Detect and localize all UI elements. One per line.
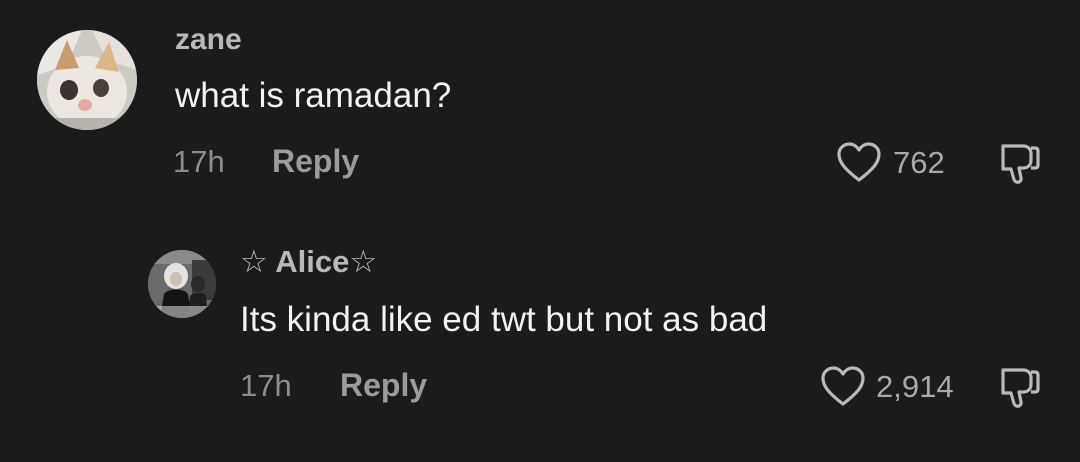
thumbs-down-outline-icon[interactable] xyxy=(995,362,1043,410)
comment-text: Its kinda like ed twt but not as bad xyxy=(240,300,768,339)
heart-outline-icon[interactable] xyxy=(820,365,866,407)
avatar[interactable] xyxy=(37,30,137,130)
like-count: 762 xyxy=(893,145,945,180)
cat-avatar-image xyxy=(37,30,137,130)
thumbs-down-outline-icon[interactable] xyxy=(995,138,1043,186)
like-count: 2,914 xyxy=(876,369,954,404)
comment-username[interactable]: zane xyxy=(175,23,242,57)
reply-comment: ☆ Alice☆ Its kinda like ed twt but not a… xyxy=(0,220,1080,462)
photo-avatar-image xyxy=(148,250,216,318)
comment-username[interactable]: ☆ Alice☆ xyxy=(240,244,377,280)
heart-outline-icon[interactable] xyxy=(836,141,882,183)
comment: zane what is ramadan? 17h Reply 762 xyxy=(0,0,1080,220)
comment-timestamp: 17h xyxy=(240,368,292,403)
comment-timestamp: 17h xyxy=(173,144,225,179)
reply-button[interactable]: Reply xyxy=(272,143,359,180)
avatar[interactable] xyxy=(148,250,216,318)
comment-text: what is ramadan? xyxy=(175,76,452,115)
reply-button[interactable]: Reply xyxy=(340,367,427,404)
